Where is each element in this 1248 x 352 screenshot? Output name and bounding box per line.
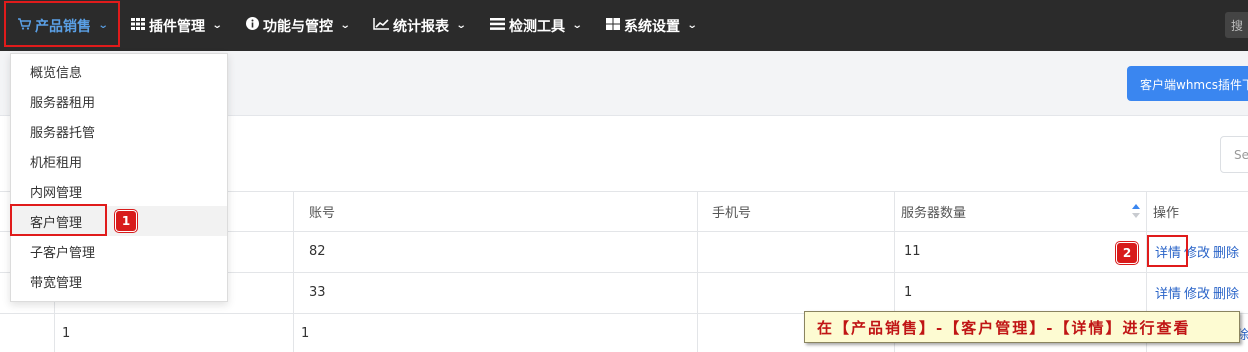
table-divider [293,191,294,352]
delete-link[interactable]: 删除 [1213,242,1239,261]
product-sales-dropdown: 概览信息 服务器租用 服务器托管 机柜租用 内网管理 客户管理 子客户管理 带宽… [10,53,228,302]
whmcs-plugin-download-button[interactable]: 客户端whmcs插件下 [1127,66,1248,101]
nav-label: 功能与管控 [263,18,333,35]
list-icon [490,17,505,34]
nav-label: 统计报表 [393,18,449,35]
windows-icon [606,17,620,34]
column-header-phone[interactable]: 手机号 [712,191,751,231]
cell-account: 33 [309,284,326,300]
detail-link[interactable]: 详情 [1155,283,1181,302]
table-search-input[interactable]: Se [1220,136,1248,173]
grid-icon [131,17,145,34]
menu-item-overview[interactable]: 概览信息 [11,56,227,86]
nav-label: 插件管理 [149,18,205,35]
sort-icon[interactable] [1131,203,1141,219]
cell-actions: 详情 修改 删除 [1155,272,1242,312]
nav-item-plugin-management[interactable]: 插件管理 ⌄ [131,0,223,51]
cell-server-count: 11 [904,243,921,259]
delete-link[interactable]: 删除 [1213,283,1239,302]
chevron-down-icon: ⌄ [339,20,351,31]
top-nav: 产品销售 ⌄ 插件管理 ⌄ 功能与管控 ⌄ 统计报表 ⌄ 检测工具 ⌄ 系统设置… [0,0,1248,51]
column-header-server-count[interactable]: 服务器数量 [901,191,966,231]
chevron-down-icon: ⌄ [455,20,467,31]
menu-item-bandwidth[interactable]: 带宽管理 [11,266,227,296]
menu-item-server-hosting[interactable]: 服务器托管 [11,116,227,146]
nav-item-system-settings[interactable]: 系统设置 ⌄ [606,0,698,51]
nav-item-features-control[interactable]: 功能与管控 ⌄ [246,0,351,51]
annotation-highlight-nav [4,1,120,47]
cell-account: 82 [309,243,326,259]
step-badge-2: 2 [1117,243,1137,263]
instruction-callout: 在【产品销售】-【客户管理】-【详情】进行查看 [804,311,1240,343]
menu-item-server-rental[interactable]: 服务器租用 [11,86,227,116]
menu-item-intranet[interactable]: 内网管理 [11,176,227,206]
cell-id: 1 [62,325,71,341]
nav-search-input[interactable]: 搜 [1225,12,1248,38]
nav-label: 检测工具 [509,18,565,35]
chevron-down-icon: ⌄ [571,20,583,31]
column-header-actions: 操作 [1153,205,1180,221]
chevron-down-icon: ⌄ [686,20,698,31]
cell-server-count: 1 [904,284,913,300]
info-circle-icon [246,17,259,34]
column-header-account[interactable]: 账号 [309,191,335,231]
nav-label: 系统设置 [624,18,680,35]
nav-item-statistics[interactable]: 统计报表 ⌄ [373,0,467,51]
chevron-down-icon: ⌄ [211,20,223,31]
step-badge-1: 1 [116,211,136,231]
edit-link[interactable]: 修改 [1184,283,1210,302]
nav-item-detection-tools[interactable]: 检测工具 ⌄ [490,0,583,51]
cell-account: 1 [301,325,310,341]
annotation-highlight-customer [10,204,107,236]
menu-item-sub-customer[interactable]: 子客户管理 [11,236,227,266]
annotation-highlight-detail [1147,235,1188,267]
table-divider [697,191,698,352]
line-chart-icon [373,17,389,34]
menu-item-cabinet-rental[interactable]: 机柜租用 [11,146,227,176]
